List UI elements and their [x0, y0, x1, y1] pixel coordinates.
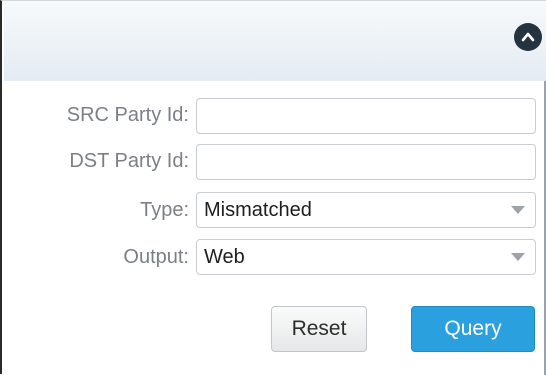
output-label: Output: — [123, 246, 189, 268]
src-party-id-row: SRC Party Id: — [2, 95, 546, 135]
panel-header — [4, 1, 546, 81]
type-select-value: Mismatched — [204, 199, 312, 221]
dropdown-arrow-icon — [511, 253, 525, 261]
chevron-up-icon — [521, 32, 535, 42]
reset-button[interactable]: Reset — [271, 306, 367, 352]
src-party-id-label: SRC Party Id: — [66, 104, 189, 126]
dst-party-id-label: DST Party Id: — [69, 150, 189, 172]
query-filter-panel: SRC Party Id: DST Party Id: Type: Mismat… — [0, 0, 546, 375]
output-select[interactable]: Web — [196, 239, 536, 275]
type-label: Type: — [140, 199, 189, 221]
type-row: Type: Mismatched — [2, 190, 546, 230]
output-row: Output: Web — [2, 237, 546, 277]
output-select-value: Web — [204, 246, 245, 268]
src-party-id-input[interactable] — [196, 98, 536, 134]
type-select[interactable]: Mismatched — [196, 192, 536, 228]
dst-party-id-input[interactable] — [196, 144, 536, 180]
query-button[interactable]: Query — [411, 306, 535, 352]
dst-party-id-row: DST Party Id: — [2, 141, 546, 181]
collapse-button[interactable] — [514, 23, 542, 51]
dropdown-arrow-icon — [511, 206, 525, 214]
